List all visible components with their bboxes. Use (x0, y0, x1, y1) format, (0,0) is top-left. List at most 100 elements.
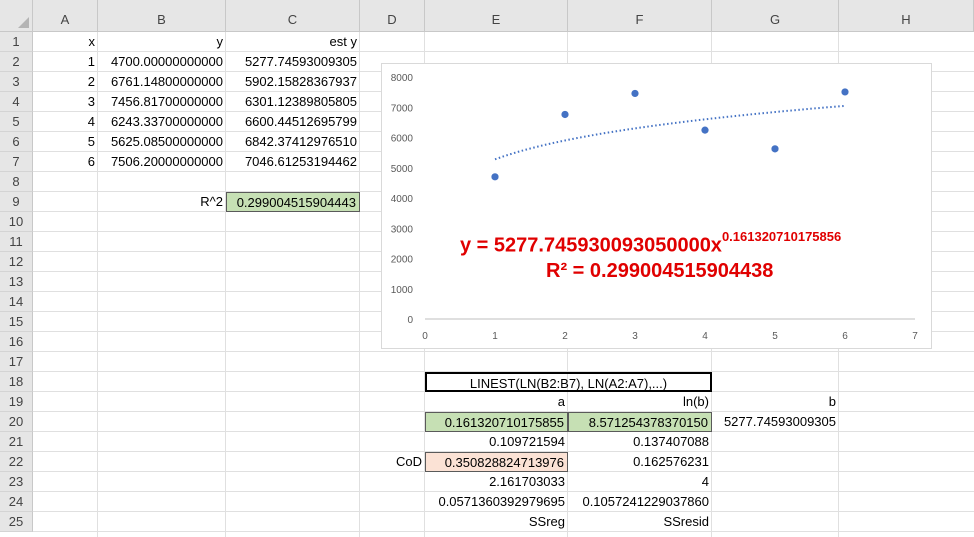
column-header-d[interactable]: D (360, 0, 425, 32)
column-header-a[interactable]: A (33, 0, 98, 32)
column-header-f[interactable]: F (568, 0, 712, 32)
cell-c4[interactable]: 6301.12389805805 (226, 92, 360, 112)
cell-c1[interactable]: est y (226, 32, 360, 52)
cell-b3[interactable]: 6761.14800000000 (98, 72, 226, 92)
cell-e22[interactable]: 0.350828824713976 (425, 452, 568, 472)
cell-e23[interactable]: 2.161703033 (425, 472, 568, 492)
y-tick-label: 4000 (391, 194, 414, 205)
cell-a6[interactable]: 5 (33, 132, 98, 152)
row-header[interactable]: 5 (0, 112, 33, 132)
cell-b2[interactable]: 4700.00000000000 (98, 52, 226, 72)
trendline-equation[interactable]: y = 5277.745930093050000x0.1613207101758… (460, 229, 842, 258)
cell-a3[interactable]: 2 (33, 72, 98, 92)
row-header[interactable]: 21 (0, 432, 33, 452)
column-header-b[interactable]: B (98, 0, 226, 32)
row-header[interactable]: 25 (0, 512, 33, 532)
cell-f19[interactable]: ln(b) (568, 392, 712, 412)
x-tick-label: 2 (562, 331, 568, 342)
trendline-r-squared[interactable]: R² = 0.299004515904438 (546, 260, 773, 283)
cell-c2[interactable]: 5277.74593009305 (226, 52, 360, 72)
row-header[interactable]: 17 (0, 352, 33, 372)
row-header[interactable]: 13 (0, 272, 33, 292)
cell-b7[interactable]: 7506.20000000000 (98, 152, 226, 172)
data-point (701, 126, 709, 134)
x-tick-label: 4 (702, 331, 708, 342)
cell-f21[interactable]: 0.137407088 (568, 432, 712, 452)
cell-e24[interactable]: 0.0571360392979695 (425, 492, 568, 512)
x-tick-label: 3 (632, 331, 638, 342)
cell-f22[interactable]: 0.162576231 (568, 452, 712, 472)
row-header[interactable]: 2 (0, 52, 33, 72)
x-tick-label: 7 (912, 331, 918, 342)
trendline-equation-exponent: 0.161320710175856 (721, 229, 842, 244)
cell-c6[interactable]: 6842.37412976510 (226, 132, 360, 152)
y-tick-label: 1000 (391, 285, 414, 296)
cell-f20[interactable]: 8.571254378370150 (568, 412, 712, 432)
row-header[interactable]: 8 (0, 172, 33, 192)
cell-b1[interactable]: y (98, 32, 226, 52)
row-header[interactable]: 22 (0, 452, 33, 472)
y-tick-label: 6000 (391, 134, 414, 145)
column-header-h[interactable]: H (839, 0, 974, 32)
gridline (33, 351, 974, 352)
select-all-triangle-icon (18, 17, 29, 28)
cell-b6[interactable]: 5625.08500000000 (98, 132, 226, 152)
cell-e21[interactable]: 0.109721594 (425, 432, 568, 452)
row-header[interactable]: 16 (0, 332, 33, 352)
cell-c5[interactable]: 6600.44512695799 (226, 112, 360, 132)
column-header-g[interactable]: G (712, 0, 839, 32)
cell-f23[interactable]: 4 (568, 472, 712, 492)
row-header[interactable]: 19 (0, 392, 33, 412)
row-header[interactable]: 11 (0, 232, 33, 252)
data-point (841, 88, 849, 96)
cell-g19[interactable]: b (712, 392, 839, 412)
row-header[interactable]: 18 (0, 372, 33, 392)
row-header[interactable]: 20 (0, 412, 33, 432)
row-header[interactable]: 3 (0, 72, 33, 92)
cell-a2[interactable]: 1 (33, 52, 98, 72)
cell-f24[interactable]: 0.1057241229037860 (568, 492, 712, 512)
row-header[interactable]: 6 (0, 132, 33, 152)
cell-a7[interactable]: 6 (33, 152, 98, 172)
row-header[interactable]: 24 (0, 492, 33, 512)
cell-a5[interactable]: 4 (33, 112, 98, 132)
column-header-e[interactable]: E (425, 0, 568, 32)
cell-c7[interactable]: 7046.61253194462 (226, 152, 360, 172)
column-header-c[interactable]: C (226, 0, 360, 32)
cell-b5[interactable]: 6243.33700000000 (98, 112, 226, 132)
row-header[interactable]: 4 (0, 92, 33, 112)
cell-e18-linest-label[interactable]: LINEST(LN(B2:B7), LN(A2:A7),...) (425, 372, 712, 392)
x-tick-label: 1 (492, 331, 498, 342)
cell-e19[interactable]: a (425, 392, 568, 412)
row-header[interactable]: 23 (0, 472, 33, 492)
cell-a1[interactable]: x (33, 32, 98, 52)
row-header[interactable]: 1 (0, 32, 33, 52)
row-header[interactable]: 14 (0, 292, 33, 312)
row-header[interactable]: 7 (0, 152, 33, 172)
cell-c3[interactable]: 5902.15828367937 (226, 72, 360, 92)
cell-g20[interactable]: 5277.74593009305 (712, 412, 839, 432)
cell-a4[interactable]: 3 (33, 92, 98, 112)
cell-d22[interactable]: CoD (360, 452, 425, 472)
row-header[interactable]: 15 (0, 312, 33, 332)
row-header[interactable]: 9 (0, 192, 33, 212)
row-header[interactable]: 12 (0, 252, 33, 272)
cell-e25[interactable]: SSreg (425, 512, 568, 532)
cell-f25[interactable]: SSresid (568, 512, 712, 532)
x-tick-label: 6 (842, 331, 848, 342)
cell-b4[interactable]: 7456.81700000000 (98, 92, 226, 112)
data-point (771, 145, 779, 153)
x-tick-label: 0 (422, 331, 428, 342)
data-point (491, 173, 499, 181)
y-tick-label: 7000 (391, 103, 414, 114)
chart-plot-area: 0 1 2 3 4 5 6 7 0 1000 2000 3000 4000 5000 6000 7000 800… (391, 73, 918, 342)
x-tick-label: 5 (772, 331, 778, 342)
y-tick-label: 5000 (391, 164, 414, 175)
scatter-chart[interactable]: 0 1 2 3 4 5 6 7 0 1000 2000 3000 4000 5000 6000 7000 800… (381, 63, 932, 349)
cell-b9[interactable]: R^2 (98, 192, 226, 212)
y-tick-label: 2000 (391, 255, 414, 266)
row-header[interactable]: 10 (0, 212, 33, 232)
select-all-corner[interactable] (0, 0, 33, 32)
cell-c9-r-squared[interactable]: 0.299004515904443 (226, 192, 360, 212)
cell-e20[interactable]: 0.161320710175855 (425, 412, 568, 432)
